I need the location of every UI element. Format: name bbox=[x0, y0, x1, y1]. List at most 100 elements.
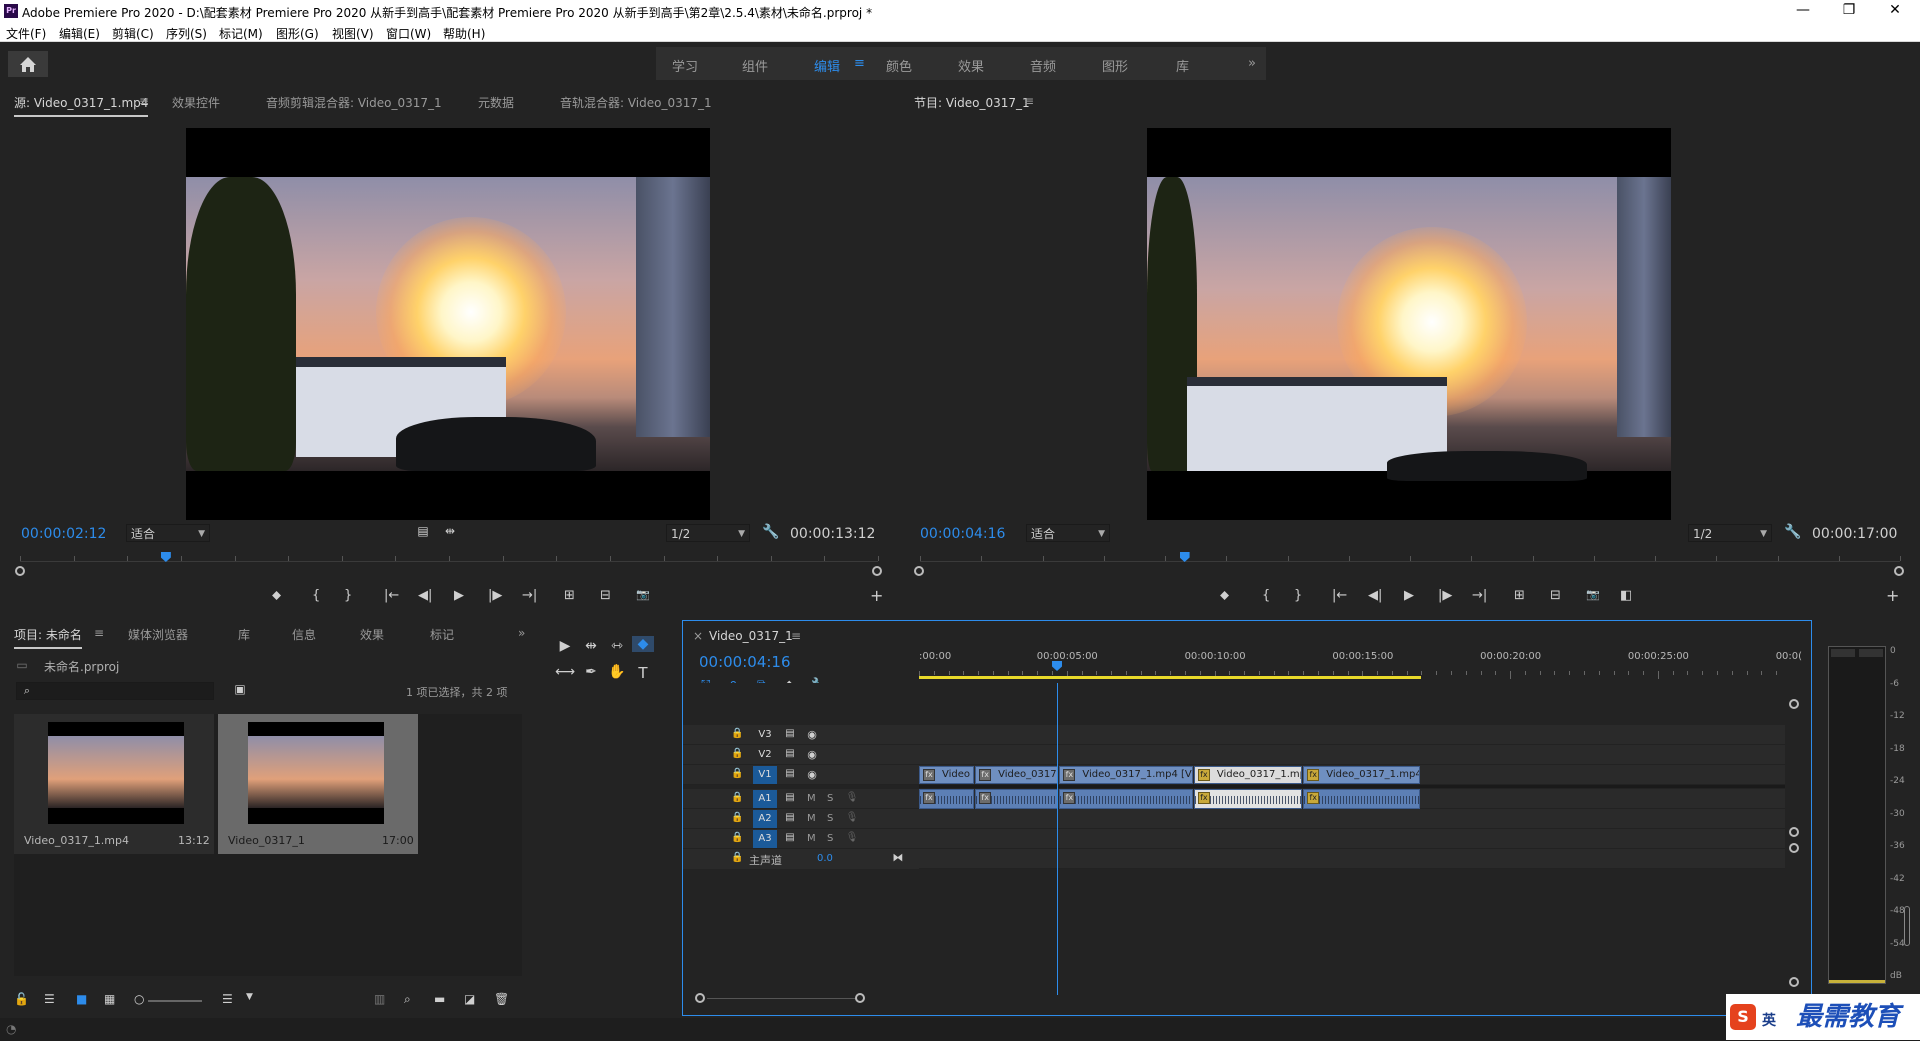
tab-project[interactable]: 项目: 未命名 bbox=[14, 626, 82, 649]
menu-edit[interactable]: 编辑(E) bbox=[59, 25, 100, 42]
step-forward-button[interactable]: |▶ bbox=[488, 588, 502, 603]
source-resolution-dropdown[interactable]: 1/2 ▼ bbox=[666, 524, 750, 542]
video-clip[interactable]: Video_0317_1.mp4 [V] fx bbox=[1059, 766, 1193, 784]
program-button-editor-button[interactable]: + bbox=[1886, 586, 1899, 605]
program-go-to-in-button[interactable]: |← bbox=[1332, 588, 1347, 603]
audio-clip[interactable]: fx bbox=[1059, 789, 1193, 809]
tab-program[interactable]: 节目: Video_0317_1 bbox=[914, 94, 1030, 111]
workspace-tab-audio[interactable]: 音频 bbox=[1030, 56, 1056, 75]
audio-clip[interactable]: fx bbox=[1193, 789, 1303, 809]
audio-clip[interactable]: fx bbox=[919, 789, 975, 809]
workspace-tab-color[interactable]: 颜色 bbox=[886, 56, 912, 75]
type-tool-icon[interactable]: T bbox=[632, 664, 654, 682]
sync-lock-icon[interactable]: ▤ bbox=[783, 728, 797, 739]
solo-button[interactable]: S bbox=[827, 833, 833, 844]
menu-clip[interactable]: 剪辑(C) bbox=[112, 25, 154, 42]
work-area-bar[interactable] bbox=[919, 676, 1422, 679]
icon-view-icon[interactable]: ■ bbox=[76, 992, 87, 1006]
tab-audio-track-mixer[interactable]: 音轨混合器: Video_0317_1 bbox=[560, 94, 712, 111]
project-item-sequence[interactable]: Video_0317_1 17:00 bbox=[218, 714, 418, 854]
solo-button[interactable]: S bbox=[827, 813, 833, 824]
video-clip[interactable]: Video fx bbox=[919, 766, 975, 784]
timeline-ruler[interactable]: :00:00 00:00:05:00 00:00:10:00 00:00:15:00 0… bbox=[919, 647, 1802, 681]
program-wrench-icon[interactable]: 🔧 bbox=[1784, 524, 1801, 540]
workspace-tab-learn[interactable]: 学习 bbox=[672, 56, 698, 75]
microphone-icon[interactable]: 🎙 bbox=[845, 812, 859, 823]
audio-vscroll-top-handle[interactable] bbox=[1789, 843, 1799, 853]
timeline-scroll-end-handle[interactable] bbox=[855, 993, 865, 1003]
new-search-bin-icon[interactable]: ▣ bbox=[232, 682, 248, 696]
video-vscroll-top-handle[interactable] bbox=[1789, 699, 1799, 709]
microphone-icon[interactable]: 🎙 bbox=[845, 792, 859, 803]
tab-metadata[interactable]: 元数据 bbox=[478, 94, 514, 111]
eye-icon[interactable]: ◉ bbox=[805, 748, 819, 761]
new-item-icon[interactable]: ◪ bbox=[464, 992, 475, 1006]
new-bin-icon[interactable]: ▬ bbox=[434, 992, 445, 1006]
source-settings-toggle-icon[interactable]: ▤ bbox=[416, 524, 430, 538]
workspace-menu-icon[interactable]: ≡ bbox=[854, 56, 865, 71]
zoom-slider-track[interactable] bbox=[148, 1000, 202, 1002]
source-button-editor-button[interactable]: + bbox=[870, 586, 883, 605]
program-fit-dropdown[interactable]: 适合 ▼ bbox=[1026, 524, 1110, 542]
source-scroll-end-handle[interactable] bbox=[872, 566, 882, 576]
timeline-zoom-bar[interactable] bbox=[707, 998, 857, 999]
program-video-frame[interactable] bbox=[1147, 128, 1671, 520]
meter-scrollbar[interactable] bbox=[1904, 906, 1910, 946]
track-target-v2[interactable]: V2 bbox=[753, 746, 777, 764]
timeline-menu-icon[interactable]: ≡ bbox=[791, 629, 801, 643]
timeline-playhead-line[interactable] bbox=[1057, 683, 1059, 995]
program-scroll-end-handle[interactable] bbox=[1894, 566, 1904, 576]
maximize-button[interactable]: ❐ bbox=[1826, 0, 1872, 22]
program-scroll-start-handle[interactable] bbox=[914, 566, 924, 576]
close-sequence-icon[interactable]: × bbox=[693, 629, 703, 643]
chevron-down-icon[interactable]: ▼ bbox=[246, 992, 253, 1002]
source-wrench-icon[interactable]: 🔧 bbox=[762, 524, 779, 540]
source-scroll-start-handle[interactable] bbox=[15, 566, 25, 576]
project-search-input[interactable]: ⌕ bbox=[16, 682, 214, 700]
pen-tool-icon[interactable]: ✒ bbox=[580, 664, 602, 680]
list-view-icon[interactable]: ☰ bbox=[44, 992, 55, 1006]
program-mark-out-button[interactable]: } bbox=[1294, 588, 1302, 603]
lock-icon[interactable]: 🔒 bbox=[731, 768, 743, 779]
workspace-tab-assembly[interactable]: 组件 bbox=[742, 56, 768, 75]
step-back-button[interactable]: ◀| bbox=[418, 588, 432, 603]
track-select-tool-icon[interactable]: ⇹ bbox=[580, 638, 602, 654]
microphone-icon[interactable]: 🎙 bbox=[845, 832, 859, 843]
comparison-view-icon[interactable]: ◧ bbox=[1620, 588, 1632, 603]
menu-graphics[interactable]: 图形(G) bbox=[276, 25, 319, 42]
extract-button[interactable]: ⊟ bbox=[1550, 588, 1561, 603]
sort-icon[interactable]: ☰ bbox=[222, 992, 233, 1006]
master-volume-value[interactable]: 0.0 bbox=[817, 853, 833, 864]
program-step-forward-button[interactable]: |▶ bbox=[1438, 588, 1452, 603]
video-clip[interactable]: Video_0317_1.mp fx bbox=[1193, 766, 1303, 784]
source-time-ruler[interactable] bbox=[20, 548, 879, 562]
program-menu-icon[interactable]: ≡ bbox=[1024, 94, 1034, 108]
play-button[interactable]: ▶ bbox=[454, 588, 464, 603]
automate-icon[interactable]: ▥ bbox=[374, 992, 385, 1006]
tab-libraries[interactable]: 库 bbox=[238, 626, 250, 643]
lock-icon[interactable]: 🔒 bbox=[731, 852, 743, 863]
video-clip[interactable]: Video_0317_1.mp4 [fx bbox=[1303, 766, 1421, 784]
lock-icon[interactable]: 🔒 bbox=[731, 748, 743, 759]
source-video-frame[interactable] bbox=[186, 128, 710, 520]
slip-tool-icon[interactable]: ⟷ bbox=[554, 664, 576, 680]
program-time-ruler[interactable] bbox=[920, 548, 1901, 562]
mute-button[interactable]: M bbox=[807, 833, 816, 844]
track-lane-v3[interactable] bbox=[919, 725, 1785, 745]
go-to-out-button[interactable]: →| bbox=[522, 588, 537, 603]
audio-clip[interactable]: fx bbox=[1303, 789, 1421, 809]
tab-effects[interactable]: 效果 bbox=[360, 626, 384, 643]
audio-clip[interactable]: fx bbox=[975, 789, 1059, 809]
lock-icon[interactable]: 🔒 bbox=[731, 832, 743, 843]
tab-effect-controls[interactable]: 效果控件 bbox=[172, 94, 220, 111]
program-timecode[interactable]: 00:00:04:16 bbox=[920, 526, 1005, 542]
tab-source[interactable]: 源: Video_0317_1.mp4 bbox=[14, 94, 149, 117]
workspace-tab-editing[interactable]: 编辑 bbox=[814, 56, 840, 75]
lock-icon[interactable]: 🔓 bbox=[14, 992, 29, 1006]
track-target-a3[interactable]: A3 bbox=[753, 830, 777, 848]
tab-sequence[interactable]: Video_0317_1 bbox=[709, 629, 793, 643]
hand-tool-icon[interactable]: ✋ bbox=[606, 664, 628, 680]
menu-file[interactable]: 文件(F) bbox=[6, 25, 46, 42]
razor-tool-icon[interactable]: ◆ bbox=[632, 636, 654, 652]
zoom-slider-handle[interactable]: ○ bbox=[134, 992, 144, 1006]
